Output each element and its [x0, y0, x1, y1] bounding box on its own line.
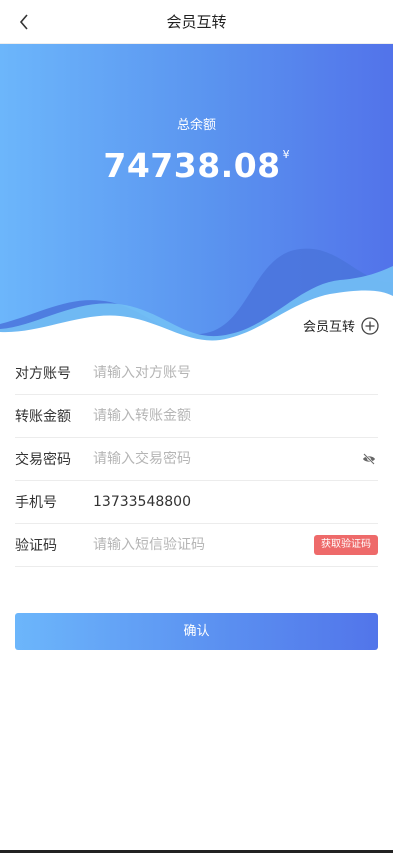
- member-transfer-link[interactable]: 会员互转: [303, 316, 379, 335]
- get-code-button[interactable]: 获取验证码: [314, 535, 378, 555]
- amount-row: 转账金额: [15, 395, 378, 438]
- password-label: 交易密码: [15, 452, 71, 468]
- page-title: 会员互转: [166, 13, 227, 31]
- password-input[interactable]: [93, 451, 378, 467]
- wave-decoration: [0, 248, 393, 344]
- top-bar: 会员互转: [0, 0, 393, 44]
- currency-symbol: ¥: [282, 148, 290, 161]
- amount-label: 转账金额: [15, 409, 71, 425]
- phone-label: 手机号: [15, 495, 57, 511]
- confirm-button[interactable]: 确认: [15, 613, 378, 650]
- balance-label: 总余额: [176, 118, 216, 133]
- balance-hero: 总余额 74738.08 ¥: [0, 44, 393, 344]
- member-transfer-label: 会员互转: [302, 320, 355, 335]
- phone-row: 手机号: [15, 481, 378, 524]
- code-label: 验证码: [15, 538, 57, 554]
- password-row: 交易密码: [15, 438, 378, 481]
- balance-display: 74738.08 ¥: [0, 146, 393, 185]
- balance-amount: 74738.08: [103, 146, 281, 185]
- account-label: 对方账号: [15, 366, 71, 382]
- plus-circle-icon: [361, 316, 379, 335]
- eye-off-icon[interactable]: [362, 452, 376, 466]
- phone-input[interactable]: [93, 494, 378, 510]
- transfer-form: 对方账号 转账金额 交易密码 手机号 验证码 获取验证码: [15, 352, 378, 567]
- account-input[interactable]: [93, 365, 378, 381]
- amount-input[interactable]: [93, 408, 378, 424]
- account-row: 对方账号: [15, 352, 378, 395]
- code-row: 验证码 获取验证码: [15, 524, 378, 567]
